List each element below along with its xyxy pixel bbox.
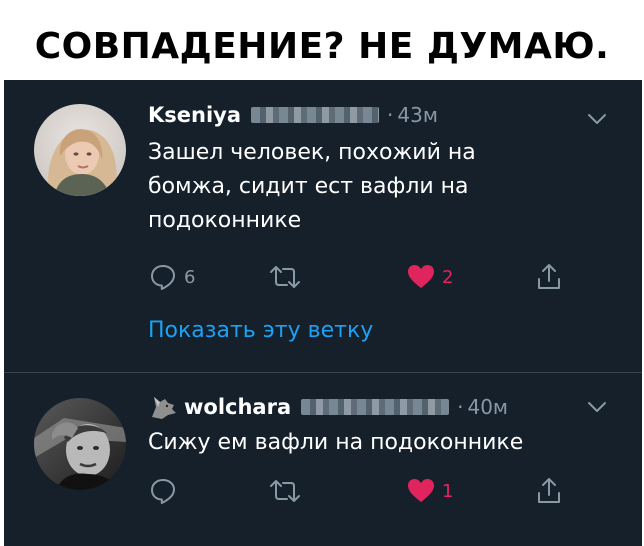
avatar[interactable] <box>34 398 126 490</box>
separator: · <box>457 395 464 419</box>
avatar[interactable] <box>34 104 126 196</box>
tweet-wolchara[interactable]: wolchara · 40м Сижу ем вафли на подоконн… <box>4 372 642 546</box>
like-button[interactable]: 2 <box>406 262 453 292</box>
like-count: 1 <box>442 480 454 502</box>
wolf-badge-icon <box>148 393 178 421</box>
reply-icon <box>148 262 178 292</box>
tweet-header: Kseniya · 43м <box>148 100 438 130</box>
heart-icon <box>406 476 436 506</box>
like-count: 2 <box>442 266 454 288</box>
share-button[interactable] <box>534 262 564 292</box>
timestamp[interactable]: 40м <box>467 395 508 419</box>
retweet-button[interactable] <box>268 262 308 292</box>
tweet-actions: 6 2 <box>148 262 598 292</box>
reply-count: 6 <box>184 266 196 288</box>
author-name[interactable]: wolchara <box>184 395 291 419</box>
retweet-icon <box>268 476 302 506</box>
retweet-icon <box>268 262 302 292</box>
heart-icon <box>406 262 436 292</box>
share-button[interactable] <box>534 476 564 506</box>
tweet-text: Сижу ем вафли на подоконнике <box>148 430 524 455</box>
meme-headline: СОВПАДЕНИЕ? НЕ ДУМАЮ. <box>0 0 644 80</box>
blurred-handle <box>301 399 450 415</box>
reply-button[interactable] <box>148 476 184 506</box>
tweet-text: Зашел человек, похожий на бомжа, сидит е… <box>148 140 476 233</box>
separator: · <box>387 103 394 127</box>
blurred-handle <box>251 107 380 123</box>
timestamp[interactable]: 43м <box>397 103 438 127</box>
reply-button[interactable]: 6 <box>148 262 195 292</box>
show-thread-link[interactable]: Показать эту ветку <box>148 318 373 343</box>
tweet-feed: Kseniya · 43м Зашел человек, похожий на … <box>4 80 642 546</box>
tweet-kseniya[interactable]: Kseniya · 43м Зашел человек, похожий на … <box>4 80 642 372</box>
retweet-button[interactable] <box>268 476 308 506</box>
chevron-down-icon[interactable] <box>584 106 610 132</box>
share-icon <box>534 262 564 292</box>
share-icon <box>534 476 564 506</box>
tweet-actions: 1 <box>148 476 598 506</box>
reply-icon <box>148 476 178 506</box>
chevron-down-icon[interactable] <box>584 394 610 420</box>
author-name[interactable]: Kseniya <box>148 103 241 127</box>
tweet-header: wolchara · 40м <box>148 392 508 422</box>
like-button[interactable]: 1 <box>406 476 453 506</box>
